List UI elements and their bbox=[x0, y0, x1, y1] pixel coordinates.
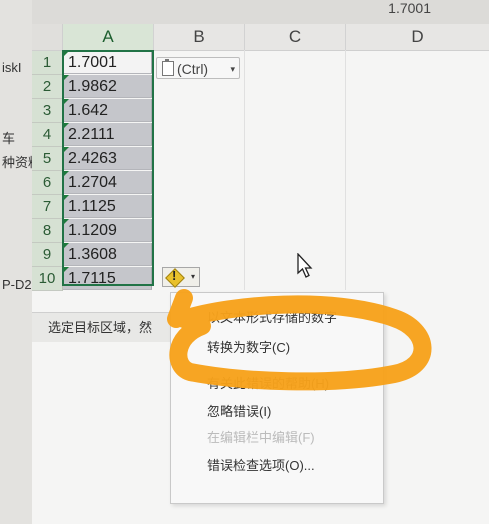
formula-bar-area: 1.7001 bbox=[32, 0, 489, 24]
row-header-4[interactable]: 4 bbox=[32, 123, 63, 147]
left-strip-text-1: iskI bbox=[2, 60, 22, 75]
warning-icon-glyph: ! bbox=[172, 268, 177, 283]
menu-item-edit-in-formula-bar: 在编辑栏中编辑(F) bbox=[207, 430, 315, 445]
spreadsheet-grid[interactable]: A B C D 1 1.7001 2 1.9862 3 1.642 4 2.21… bbox=[32, 24, 489, 524]
chevron-down-icon: ▾ bbox=[230, 64, 235, 74]
row-header-3[interactable]: 3 bbox=[32, 99, 63, 123]
cell-a3[interactable]: 1.642 bbox=[63, 99, 152, 122]
row-header-10[interactable]: 10 bbox=[32, 267, 63, 291]
row-header-2[interactable]: 2 bbox=[32, 75, 63, 99]
select-all-corner[interactable] bbox=[32, 24, 63, 51]
menu-item-help-on-error[interactable]: 有关此错误的帮助(H) bbox=[207, 373, 329, 392]
cell-a6[interactable]: 1.2704 bbox=[63, 171, 152, 194]
left-panel-strip: iskI 车 种资料 P-D20 bbox=[0, 0, 41, 524]
column-header-d[interactable]: D bbox=[346, 24, 489, 51]
paste-options-label: (Ctrl) bbox=[177, 61, 209, 77]
menu-item-stored-as-text[interactable]: 以文本形式存储的数字 bbox=[207, 307, 337, 326]
mouse-pointer-icon bbox=[297, 253, 313, 278]
cell-a10[interactable]: 1.7115 bbox=[63, 267, 152, 290]
cell-a5[interactable]: 2.4263 bbox=[63, 147, 152, 170]
cell-a7[interactable]: 1.1125 bbox=[63, 195, 152, 218]
cell-a2[interactable]: 1.9862 bbox=[63, 75, 152, 98]
row-header-1[interactable]: 1 bbox=[32, 51, 63, 75]
column-header-b[interactable]: B bbox=[154, 24, 245, 51]
cell-a3-value: 1.642 bbox=[68, 102, 109, 119]
cell-a2-value: 1.9862 bbox=[68, 78, 117, 95]
error-options-menu: 以文本形式存储的数字 转换为数字(C) 有关此错误的帮助(H) 忽略错误(I) … bbox=[170, 292, 384, 504]
cell-a9-value: 1.3608 bbox=[68, 246, 117, 263]
formula-bar-value: 1.7001 bbox=[388, 0, 431, 16]
menu-item-convert-to-number[interactable]: 转换为数字(C) bbox=[207, 337, 290, 356]
row-header-8[interactable]: 8 bbox=[32, 219, 63, 243]
cell-a1[interactable]: 1.7001 bbox=[63, 51, 152, 74]
menu-item-ignore-error[interactable]: 忽略错误(I) bbox=[207, 401, 271, 420]
clipboard-icon bbox=[162, 59, 174, 76]
menu-item-error-checking-options[interactable]: 错误检查选项(O)... bbox=[207, 455, 315, 474]
cell-a4-value: 2.2111 bbox=[68, 126, 115, 143]
column-header-c[interactable]: C bbox=[245, 24, 346, 51]
cell-a4[interactable]: 2.2111 bbox=[63, 123, 152, 146]
row-header-7[interactable]: 7 bbox=[32, 195, 63, 219]
cell-a6-value: 1.2704 bbox=[68, 174, 117, 191]
cell-a8[interactable]: 1.1209 bbox=[63, 219, 152, 242]
cell-a1-value: 1.7001 bbox=[68, 54, 117, 71]
column-header-a[interactable]: A bbox=[63, 24, 154, 52]
row-header-9[interactable]: 9 bbox=[32, 243, 63, 267]
row-header-6[interactable]: 6 bbox=[32, 171, 63, 195]
left-strip-text-2: 车 bbox=[2, 131, 16, 146]
cell-a10-value: 1.7115 bbox=[68, 270, 116, 287]
paste-options-button[interactable]: (Ctrl) ▾ bbox=[156, 57, 240, 79]
row-header-5[interactable]: 5 bbox=[32, 147, 63, 171]
chevron-down-icon: ▾ bbox=[190, 272, 195, 281]
cell-a9[interactable]: 1.3608 bbox=[63, 243, 152, 266]
cell-a7-value: 1.1125 bbox=[68, 198, 116, 215]
status-bar-text: 选定目标区域，然 bbox=[32, 312, 172, 342]
cell-a5-value: 2.4263 bbox=[68, 150, 117, 167]
cell-a8-value: 1.1209 bbox=[68, 222, 117, 239]
error-check-button[interactable]: ! ▾ bbox=[162, 267, 200, 288]
